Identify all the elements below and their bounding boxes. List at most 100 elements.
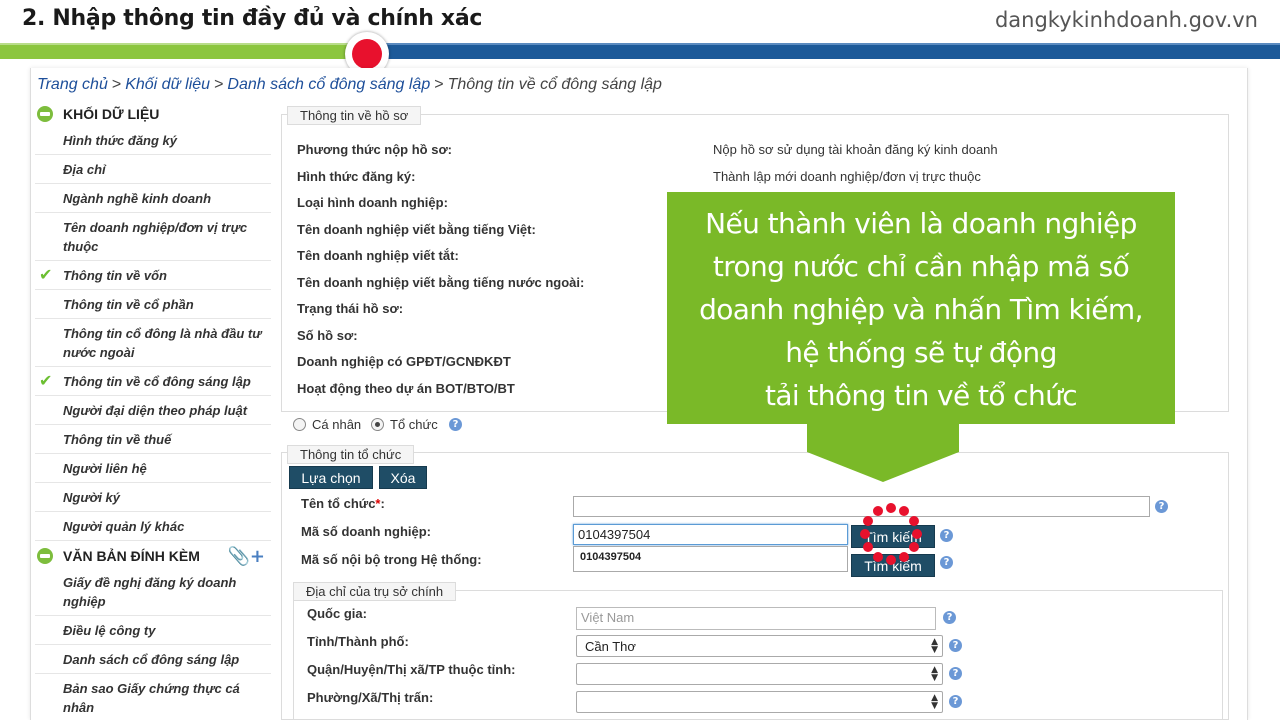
instruction-callout: Nếu thành viên là doanh nghiệp trong nướ… — [667, 192, 1175, 424]
business-code-suggestion[interactable]: 0104397504 — [573, 546, 848, 572]
select-button[interactable]: Lựa chọn — [289, 466, 373, 489]
radio-individual-label: Cá nhân — [312, 417, 362, 432]
sidebar-item[interactable]: Người quản lý khác — [35, 512, 271, 541]
breadcrumb-shareholders-link[interactable]: Danh sách cổ đông sáng lập — [227, 76, 430, 93]
sidebar-item[interactable]: Tên doanh nghiệp/đơn vị trực thuộc — [35, 213, 271, 261]
profile-field-label: Trạng thái hồ sơ: — [297, 301, 404, 316]
sidebar-item[interactable]: Thông tin về thuế — [35, 425, 271, 454]
callout-line: doanh nghiệp và nhấn Tìm kiếm, — [699, 293, 1143, 326]
collapse-icon[interactable] — [37, 548, 53, 564]
sidebar-item[interactable]: Hình thức đăng ký — [35, 126, 271, 155]
country-placeholder: Việt Nam — [581, 610, 635, 625]
callout-line: trong nước chỉ cần nhập mã số — [712, 250, 1130, 283]
sidebar-item-label: Thông tin cổ đông là nhà đầu tư nước ngo… — [63, 326, 262, 360]
sidebar-item-label: Thông tin về cổ phần — [63, 297, 194, 312]
radio-individual[interactable]: Cá nhân — [293, 417, 361, 432]
profile-field-label: Tên doanh nghiệp viết bằng tiếng Việt: — [297, 221, 536, 237]
sidebar-item-label: Người liên hệ — [63, 461, 147, 476]
sidebar-item-label: Thông tin về vốn — [63, 268, 167, 283]
sidebar-item[interactable]: Người ký — [35, 483, 271, 512]
progress-remaining — [371, 43, 1280, 59]
profile-field-label: Phương thức nộp hồ sơ: — [297, 142, 453, 157]
attach-paperclip-icon[interactable]: 📎+ — [228, 546, 266, 567]
sidebar-item-label: Thông tin về thuế — [63, 432, 172, 447]
collapse-icon[interactable] — [37, 106, 53, 122]
breadcrumb-home-link[interactable]: Trang chủ — [37, 76, 108, 93]
progress-filled — [0, 43, 372, 59]
ward-select[interactable]: ▲ ▼ — [576, 691, 943, 713]
sidebar-item-label: Ngành nghề kinh doanh — [63, 191, 212, 206]
help-icon[interactable]: ? — [949, 667, 962, 680]
sidebar-item-label: Người quản lý khác — [63, 519, 185, 534]
callout-line: Nếu thành viên là doanh nghiệp — [705, 207, 1137, 240]
help-icon[interactable]: ? — [449, 418, 462, 431]
sidebar-data-header-label: KHỐI DỮ LIỆU — [63, 106, 160, 122]
sidebar-attach-header-label: VĂN BẢN ĐÍNH KÈM — [63, 548, 200, 564]
spinner-dot — [886, 503, 896, 513]
sidebar-attach-header[interactable]: VĂN BẢN ĐÍNH KÈM 📎+ — [35, 544, 271, 568]
sidebar-item[interactable]: ✔ Thông tin về vốn — [35, 261, 271, 290]
sidebar-attachment-item[interactable]: Danh sách cổ đông sáng lập — [35, 645, 271, 674]
portal-page: Trang chủ > Khối dữ liệu > Danh sách cổ đông… — [30, 68, 1248, 720]
province-select-value: Cần Thơ — [585, 639, 636, 654]
check-icon: ✔ — [39, 371, 53, 390]
internal-code-label: Mã số nội bộ trong Hệ thống: — [301, 552, 482, 567]
callout-line: hệ thống sẽ tự động — [785, 336, 1057, 369]
spinner-dot — [899, 506, 909, 517]
callout-arrow-stem — [807, 424, 959, 452]
province-select[interactable]: Cần Thơ ▲ ▼ — [576, 635, 943, 657]
screen: 2. Nhập thông tin đầy đủ và chính xác da… — [0, 0, 1280, 720]
breadcrumb-current: Thông tin về cổ đông sáng lập — [447, 76, 662, 93]
radio-organization[interactable]: Tổ chức — [371, 417, 438, 432]
select-arrows-icon: ▲ ▼ — [931, 665, 938, 683]
help-icon[interactable]: ? — [940, 556, 953, 569]
sidebar-attachment-item[interactable]: Điều lệ công ty — [35, 616, 271, 645]
callout-line: tải thông tin về tổ chức — [764, 379, 1078, 412]
country-input[interactable]: Việt Nam — [576, 607, 936, 630]
help-icon[interactable]: ? — [943, 611, 956, 624]
sidebar-item[interactable]: Thông tin về cổ phần — [35, 290, 271, 319]
help-icon[interactable]: ? — [1155, 500, 1168, 513]
spinner-dot — [863, 516, 874, 526]
sidebar-data-header[interactable]: KHỐI DỮ LIỆU — [35, 102, 271, 126]
sidebar-attachment-item[interactable]: Giấy đề nghị đăng ký doanh nghiệp — [35, 568, 271, 616]
sidebar-data-list: Hình thức đăng ký Địa chỉ Ngành nghề kinh … — [35, 126, 271, 541]
breadcrumb-data-blocks-link[interactable]: Khối dữ liệu — [125, 76, 210, 93]
sidebar-attachment-item[interactable]: Bản sao Giấy chứng thực cá nhân — [35, 674, 271, 720]
spinner-dot — [908, 542, 919, 552]
org-info-legend: Thông tin tổ chức — [287, 445, 415, 464]
profile-info-legend: Thông tin về hồ sơ — [287, 106, 422, 125]
district-select[interactable]: ▲ ▼ — [576, 663, 943, 685]
sidebar-item-label: Bản sao Giấy chứng thực cá nhân — [63, 681, 240, 715]
spinner-dot — [908, 516, 919, 526]
required-mark: * — [375, 496, 381, 511]
breadcrumb-separator: > — [434, 76, 444, 93]
breadcrumb-separator: > — [214, 76, 224, 93]
help-icon[interactable]: ? — [949, 695, 962, 708]
radio-organization-dot[interactable] — [371, 418, 384, 431]
sidebar-item[interactable]: Thông tin cổ đông là nhà đầu tư nước ngo… — [35, 319, 271, 367]
help-icon[interactable]: ? — [949, 639, 962, 652]
sidebar-item[interactable]: Địa chỉ — [35, 155, 271, 184]
select-arrows-icon: ▲ ▼ — [931, 637, 938, 655]
business-code-label: Mã số doanh nghiệp: — [301, 524, 431, 539]
profile-field-label: Hoạt động theo dự án BOT/BTO/BT — [297, 380, 515, 396]
country-label: Quốc gia: — [307, 606, 367, 621]
sidebar-item-label: Người ký — [63, 490, 121, 505]
spinner-dot — [873, 506, 883, 517]
spinner-dot — [912, 529, 922, 539]
district-label: Quận/Huyện/Thị xã/TP thuộc tỉnh: — [307, 662, 516, 677]
sidebar-item[interactable]: Người liên hệ — [35, 454, 271, 483]
breadcrumb: Trang chủ > Khối dữ liệu > Danh sách cổ đông… — [37, 76, 662, 94]
help-icon[interactable]: ? — [940, 529, 953, 542]
radio-individual-dot[interactable] — [293, 418, 306, 431]
spinner-dot — [873, 551, 883, 562]
sidebar-item[interactable]: ✔ Thông tin về cổ đông sáng lập — [35, 367, 271, 396]
select-arrows-icon: ▲ ▼ — [931, 693, 938, 711]
sidebar: KHỐI DỮ LIỆU Hình thức đăng ký Địa chỉ Ngà… — [35, 102, 271, 720]
profile-field-label: Tên doanh nghiệp viết bằng tiếng nước ng… — [297, 274, 585, 290]
sidebar-item[interactable]: Ngành nghề kinh doanh — [35, 184, 271, 213]
business-code-input[interactable]: 0104397504 — [573, 524, 848, 545]
delete-button[interactable]: Xóa — [379, 466, 427, 489]
sidebar-item[interactable]: Người đại diện theo pháp luật — [35, 396, 271, 425]
